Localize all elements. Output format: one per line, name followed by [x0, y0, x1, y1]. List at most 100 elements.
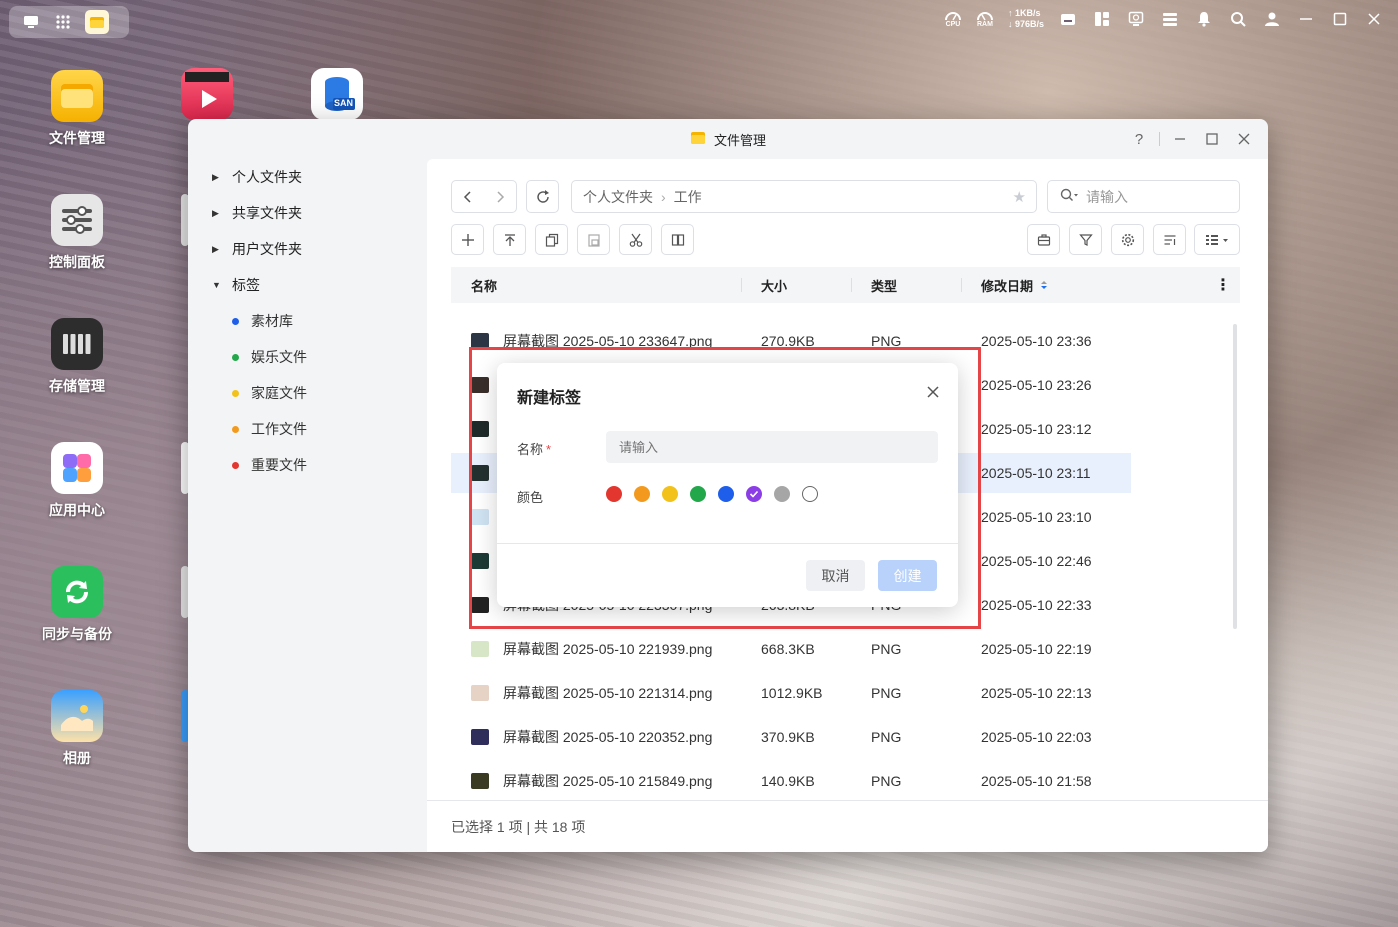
color-label: 颜色: [517, 490, 544, 505]
tag-color-dot: [232, 425, 239, 433]
file-name: 屏幕截图 2025-05-10 221314.png: [503, 685, 713, 701]
table-row[interactable]: 屏幕截图 2025-05-10 215849.png 140.9KB PNG 2025…: [451, 761, 1131, 801]
file-name: 屏幕截图 2025-05-10 215849.png: [503, 773, 713, 789]
back-button[interactable]: [452, 181, 484, 212]
color-swatch[interactable]: [606, 486, 622, 502]
move-button[interactable]: [661, 224, 694, 255]
table-row[interactable]: 屏幕截图 2025-05-10 221939.png 668.3KB PNG 2025…: [451, 629, 1131, 669]
sort-button[interactable]: [1153, 224, 1186, 255]
desktop-photos[interactable]: 相册: [22, 690, 132, 768]
color-swatch[interactable]: [746, 486, 762, 502]
ram-meter[interactable]: RAM: [976, 9, 994, 29]
tag-item[interactable]: 工作文件: [232, 419, 307, 439]
copy-button[interactable]: [535, 224, 568, 255]
taskbar-right: CPU RAM ↑ 1KB/s ↓ 976B/s: [944, 8, 1384, 30]
file-name-cell: 屏幕截图 2025-05-10 220352.png: [471, 717, 712, 757]
favorite-star-icon[interactable]: ★: [1013, 188, 1026, 206]
filter-icon: [1078, 233, 1093, 246]
breadcrumb: 个人文件夹 › 工作 ★: [571, 180, 1037, 213]
filter-button[interactable]: [1069, 224, 1102, 255]
notification-bell-icon[interactable]: [1194, 9, 1214, 29]
table-row[interactable]: 屏幕截图 2025-05-10 221314.png 1012.9KB PNG 202…: [451, 673, 1131, 713]
tag-item[interactable]: 素材库: [232, 311, 293, 331]
file-modified: 2025-05-10 23:26: [981, 377, 1092, 393]
column-header-name[interactable]: 名称: [471, 267, 497, 303]
san-app-icon[interactable]: SAN: [311, 68, 363, 120]
refresh-button[interactable]: [526, 180, 559, 213]
sidebar-item-tags[interactable]: ▼ 标签: [212, 275, 260, 295]
tag-item[interactable]: 重要文件: [232, 455, 307, 475]
sidebar-item-users[interactable]: ▶ 用户文件夹: [212, 239, 302, 259]
scrollbar[interactable]: [1233, 324, 1237, 629]
close-icon[interactable]: [1232, 127, 1256, 151]
sidebar-item-label: 用户文件夹: [232, 241, 302, 257]
user-avatar-icon[interactable]: [1262, 9, 1282, 29]
history-nav: [451, 180, 517, 213]
color-swatch[interactable]: [662, 486, 678, 502]
breadcrumb-current[interactable]: 工作: [674, 187, 702, 207]
breadcrumb-root[interactable]: 个人文件夹: [583, 187, 653, 207]
tag-color-dot: [232, 317, 239, 325]
tag-item[interactable]: 娱乐文件: [232, 347, 307, 367]
table-row[interactable]: 屏幕截图 2025-05-10 220352.png 370.9KB PNG 2025…: [451, 717, 1131, 757]
network-speed[interactable]: ↑ 1KB/s ↓ 976B/s: [1008, 8, 1044, 30]
dialog-title: 新建标签: [517, 390, 582, 407]
minimize-icon[interactable]: [1168, 127, 1192, 151]
search-box[interactable]: 请输入: [1047, 180, 1240, 213]
new-button[interactable]: [451, 224, 484, 255]
archive-button[interactable]: [1027, 224, 1060, 255]
view-mode-button[interactable]: [1194, 224, 1240, 255]
storage-icon[interactable]: [1058, 9, 1078, 29]
window-titlebar[interactable]: 文件管理: [188, 119, 1268, 159]
cpu-label: CPU: [945, 21, 961, 28]
desktop-sync-backup[interactable]: 同步与备份: [22, 566, 132, 644]
widgets-icon[interactable]: [1092, 9, 1112, 29]
desktop-file-manager[interactable]: 文件管理: [22, 70, 132, 148]
tag-name-input[interactable]: [606, 431, 938, 463]
desktop-control-panel[interactable]: 控制面板: [22, 194, 132, 272]
color-swatch[interactable]: [718, 486, 734, 502]
forward-button[interactable]: [484, 181, 516, 212]
column-header-modified[interactable]: 修改日期: [981, 267, 1049, 303]
column-options-icon[interactable]: ⋮: [1215, 267, 1231, 303]
help-icon[interactable]: ?: [1127, 127, 1151, 151]
color-swatch[interactable]: [774, 486, 790, 502]
file-modified: 2025-05-10 22:33: [981, 597, 1092, 613]
file-manager-task-icon[interactable]: [85, 10, 109, 34]
minimize-all-icon[interactable]: [1296, 9, 1316, 29]
tag-item[interactable]: 家庭文件: [232, 383, 307, 403]
sidebar-item-personal[interactable]: ▶ 个人文件夹: [212, 167, 302, 187]
maximize-icon[interactable]: [1200, 127, 1224, 151]
video-app-icon[interactable]: [181, 68, 233, 120]
column-divider[interactable]: [961, 278, 962, 292]
sidebar-item-label: 个人文件夹: [232, 169, 302, 185]
maximize-icon[interactable]: [1330, 9, 1350, 29]
column-divider[interactable]: [741, 278, 742, 292]
create-button[interactable]: 创建: [878, 560, 937, 591]
remote-desktop-icon[interactable]: [1126, 9, 1146, 29]
cut-button[interactable]: [619, 224, 652, 255]
color-swatch[interactable]: [802, 486, 818, 502]
column-divider[interactable]: [851, 278, 852, 292]
cancel-button[interactable]: 取消: [806, 560, 865, 591]
color-swatch[interactable]: [690, 486, 706, 502]
column-header-type[interactable]: 类型: [871, 267, 897, 303]
close-icon[interactable]: [926, 383, 940, 404]
paste-button[interactable]: [577, 224, 610, 255]
sidebar-item-shared[interactable]: ▶ 共享文件夹: [212, 203, 302, 223]
search-icon[interactable]: [1228, 9, 1248, 29]
task-list-icon[interactable]: [1160, 9, 1180, 29]
color-swatch[interactable]: [634, 486, 650, 502]
desktop-app-center[interactable]: 应用中心: [22, 442, 132, 520]
settings-button[interactable]: [1111, 224, 1144, 255]
search-icon: [1060, 188, 1078, 205]
upload-button[interactable]: [493, 224, 526, 255]
cpu-meter[interactable]: CPU: [944, 9, 962, 29]
desktop-storage-manager[interactable]: 存储管理: [22, 318, 132, 396]
column-header-size[interactable]: 大小: [761, 267, 787, 303]
app-grid-icon[interactable]: [53, 12, 73, 32]
close-icon[interactable]: [1364, 9, 1384, 29]
san-label: SAN: [334, 98, 354, 108]
show-desktop-icon[interactable]: [21, 12, 41, 32]
file-name: 屏幕截图 2025-05-10 221939.png: [503, 641, 713, 657]
